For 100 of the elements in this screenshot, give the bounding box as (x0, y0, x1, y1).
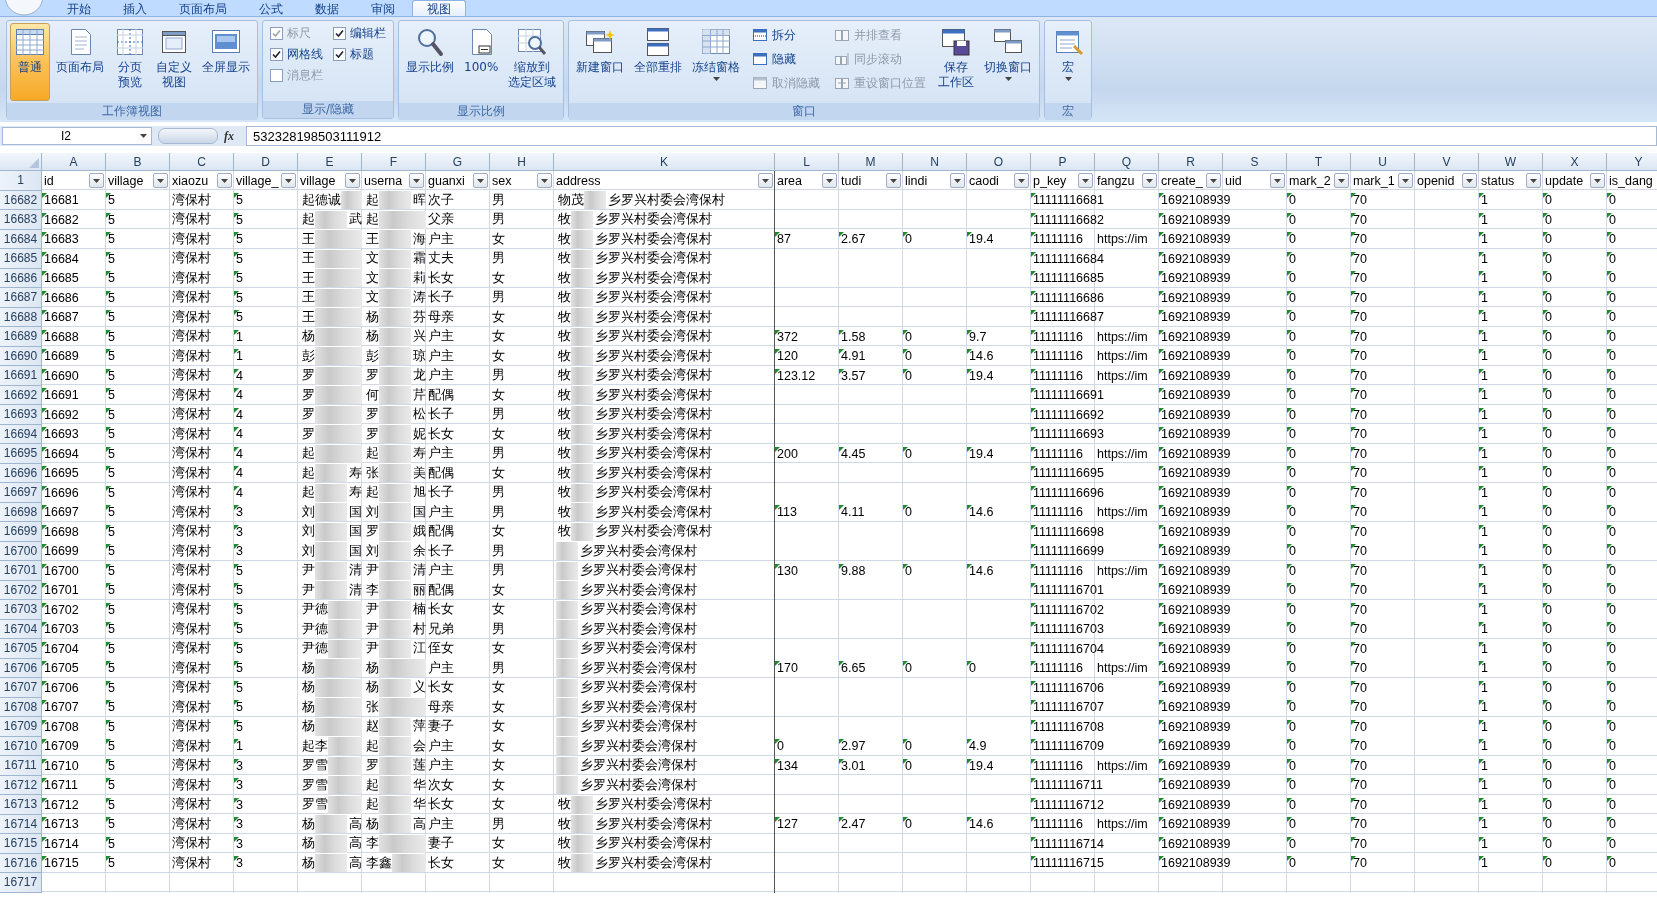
column-header[interactable]: U (1351, 153, 1415, 171)
ribbon-tab[interactable]: 公式 (244, 0, 298, 16)
row-number[interactable]: 16711 (0, 756, 42, 776)
column-header[interactable]: T (1287, 153, 1351, 171)
insert-function-button[interactable]: fx (224, 128, 240, 144)
ribbon-button[interactable]: 新建窗口 (572, 23, 629, 101)
ribbon-button[interactable]: 保存 工作区 (934, 23, 979, 101)
row-number[interactable]: 16701 (0, 561, 42, 581)
row-number[interactable]: 16697 (0, 483, 42, 503)
filter-button[interactable] (886, 173, 901, 189)
filter-button[interactable] (281, 173, 296, 189)
ribbon-button[interactable]: 冻结窗格 (688, 23, 745, 101)
column-header[interactable]: M (839, 153, 903, 171)
filter-button[interactable] (1526, 173, 1541, 189)
ribbon-button[interactable]: 全部重排 (630, 23, 687, 101)
checkbox[interactable]: 编辑栏 (333, 25, 386, 42)
column-header[interactable]: B (106, 153, 170, 171)
ribbon-button[interactable]: 缩放到 选定区域 (504, 23, 561, 101)
filter-button[interactable] (1270, 173, 1285, 189)
row-number[interactable]: 16686 (0, 268, 42, 288)
filter-button[interactable] (1590, 173, 1605, 189)
filter-button[interactable] (345, 173, 360, 189)
ribbon-tab[interactable]: 页面布局 (164, 0, 242, 16)
row-number[interactable]: 16690 (0, 346, 42, 366)
column-header[interactable]: L (775, 153, 839, 171)
row-number[interactable]: 16682 (0, 190, 42, 210)
row-number[interactable]: 16693 (0, 405, 42, 425)
row-number[interactable]: 16705 (0, 639, 42, 659)
column-header[interactable]: E (298, 153, 362, 171)
ribbon-tab[interactable]: 视图 (412, 0, 466, 16)
row-number[interactable]: 16689 (0, 327, 42, 347)
row-number[interactable]: 16700 (0, 541, 42, 561)
row-number[interactable]: 16685 (0, 249, 42, 269)
row-number[interactable]: 16716 (0, 853, 42, 873)
filter-button[interactable] (1014, 173, 1029, 189)
ribbon-button[interactable]: 普通 (10, 23, 50, 101)
row-number[interactable]: 16696 (0, 463, 42, 483)
column-header[interactable]: K (554, 153, 775, 171)
filter-button[interactable] (217, 173, 232, 189)
column-header[interactable]: O (967, 153, 1031, 171)
column-header[interactable]: C (170, 153, 234, 171)
row-number[interactable]: 16692 (0, 385, 42, 405)
ribbon-button[interactable]: 切换窗口 (980, 23, 1037, 101)
row-number[interactable]: 16714 (0, 814, 42, 834)
row-number[interactable]: 16699 (0, 522, 42, 542)
filter-button[interactable] (1078, 173, 1093, 189)
ribbon-tab[interactable]: 审阅 (356, 0, 410, 16)
column-header[interactable]: G (426, 153, 490, 171)
column-header[interactable]: D (234, 153, 298, 171)
column-header[interactable]: Q (1095, 153, 1159, 171)
ribbon-button[interactable]: 显示比例 (402, 23, 458, 101)
row-number[interactable]: 16703 (0, 600, 42, 620)
ribbon-button[interactable]: 分页 预览 (110, 23, 150, 101)
column-header[interactable]: S (1223, 153, 1287, 171)
row-number[interactable]: 16704 (0, 619, 42, 639)
row-number[interactable]: 16688 (0, 307, 42, 327)
column-header[interactable]: V (1415, 153, 1479, 171)
filter-button[interactable] (537, 173, 552, 189)
name-box[interactable]: I2 (2, 127, 152, 145)
filter-button[interactable] (950, 173, 965, 189)
row-number[interactable]: 16712 (0, 775, 42, 795)
row-number[interactable]: 16683 (0, 210, 42, 230)
filter-button[interactable] (822, 173, 837, 189)
row-number[interactable]: 16717 (0, 873, 42, 893)
row-number[interactable]: 16702 (0, 580, 42, 600)
column-header[interactable]: N (903, 153, 967, 171)
ribbon-button[interactable]: 拆分 (750, 25, 823, 45)
filter-button[interactable] (89, 173, 104, 189)
row-number[interactable]: 16708 (0, 697, 42, 717)
row-number[interactable]: 16687 (0, 288, 42, 308)
row-number[interactable]: 16715 (0, 834, 42, 854)
ribbon-tab[interactable]: 数据 (300, 0, 354, 16)
column-header[interactable]: F (362, 153, 426, 171)
column-header[interactable]: H (490, 153, 554, 171)
filter-button[interactable] (758, 173, 773, 189)
checkbox[interactable]: 标题 (333, 46, 386, 63)
row-number[interactable]: 16684 (0, 229, 42, 249)
row-number[interactable]: 16707 (0, 678, 42, 698)
ribbon-tab[interactable]: 插入 (108, 0, 162, 16)
row-number[interactable]: 16713 (0, 795, 42, 815)
ribbon-button[interactable]: 100% (460, 23, 503, 101)
ribbon-tab[interactable]: 开始 (52, 0, 106, 16)
filter-button[interactable] (153, 173, 168, 189)
row-number[interactable]: 16698 (0, 502, 42, 522)
row-number[interactable]: 16694 (0, 424, 42, 444)
filter-button[interactable] (1142, 173, 1157, 189)
column-header[interactable]: A (42, 153, 106, 171)
row-number[interactable]: 16695 (0, 444, 42, 464)
ribbon-button[interactable]: 宏 (1048, 23, 1089, 101)
column-header[interactable]: R (1159, 153, 1223, 171)
formula-bar-handle[interactable] (158, 128, 218, 144)
filter-button[interactable] (409, 173, 424, 189)
ribbon-button[interactable]: 页面布局 (52, 23, 108, 101)
row-number[interactable]: 16709 (0, 717, 42, 737)
filter-button[interactable] (1334, 173, 1349, 189)
filter-button[interactable] (473, 173, 488, 189)
row-number[interactable]: 16710 (0, 736, 42, 756)
filter-button[interactable] (1462, 173, 1477, 189)
ribbon-button[interactable]: 全屏显示 (198, 23, 254, 101)
filter-button[interactable] (1206, 173, 1221, 189)
